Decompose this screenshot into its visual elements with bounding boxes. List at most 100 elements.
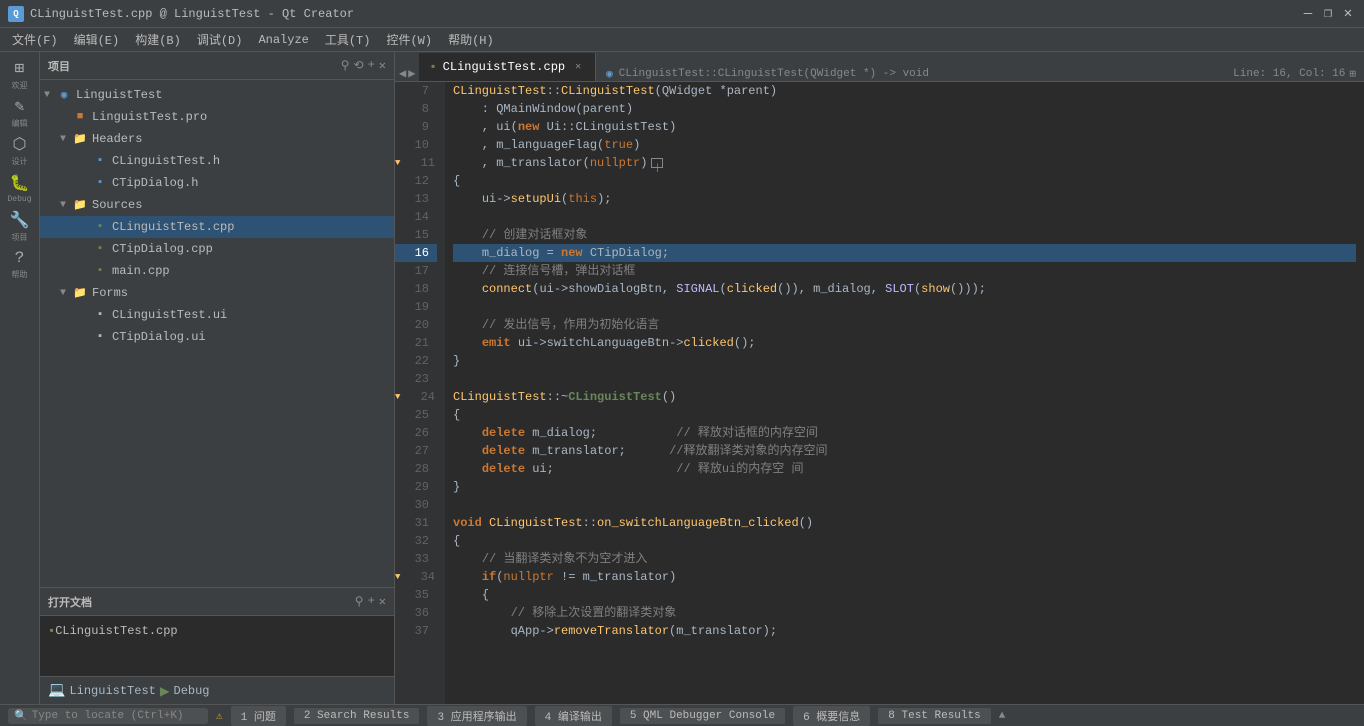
tree-item-ctipdialog-ui[interactable]: ▪ CTipDialog.ui bbox=[40, 326, 394, 348]
expand-button[interactable]: ⊞ bbox=[1349, 67, 1356, 81]
menu-build[interactable]: 构建(B) bbox=[127, 29, 189, 50]
editor-tab-active[interactable]: ▪ CLinguistTest.cpp ✕ bbox=[419, 53, 596, 81]
menu-controls[interactable]: 控件(W) bbox=[378, 29, 440, 50]
tree-item-main-cpp[interactable]: ▪ main.cpp bbox=[40, 260, 394, 282]
fold-arrow-11[interactable]: ▼ bbox=[395, 154, 400, 172]
line-17: 17 bbox=[395, 262, 437, 280]
tree-label-forms: Forms bbox=[92, 286, 128, 300]
menu-tools[interactable]: 工具(T) bbox=[317, 29, 379, 50]
edit-icon: ✎ bbox=[15, 96, 25, 116]
cpp-file-icon2: ▪ bbox=[92, 241, 108, 257]
locate-bar[interactable]: 🔍 Type to locate (Ctrl+K) bbox=[8, 708, 208, 724]
status-tab-search[interactable]: 2 Search Results bbox=[294, 708, 420, 724]
code-line-17: // 连接信号槽，弹出对话框 bbox=[453, 262, 1356, 280]
filter-button[interactable]: ⚲ bbox=[341, 58, 350, 73]
tree-item-clinguist-ui[interactable]: ▪ CLinguistTest.ui bbox=[40, 304, 394, 326]
tree-item-clinguist-cpp[interactable]: ▪ CLinguistTest.cpp bbox=[40, 216, 394, 238]
sidebar-debug[interactable]: 🐛 Debug bbox=[2, 170, 38, 206]
tree-item-pro[interactable]: ■ LinguistTest.pro bbox=[40, 106, 394, 128]
title-bar: Q CLinguistTest.cpp @ LinguistTest - Qt … bbox=[0, 0, 1364, 28]
tree-label-ui2: CTipDialog.ui bbox=[112, 330, 206, 344]
menu-file[interactable]: 文件(F) bbox=[4, 29, 66, 50]
line-14: 14 bbox=[395, 208, 437, 226]
tree-label-h1: CLinguistTest.h bbox=[112, 154, 220, 168]
menu-analyze[interactable]: Analyze bbox=[250, 31, 316, 49]
open-docs-close[interactable]: ✕ bbox=[379, 594, 386, 609]
close-tree-button[interactable]: ✕ bbox=[379, 58, 386, 73]
close-button[interactable]: ✕ bbox=[1340, 6, 1356, 22]
status-tab-qml[interactable]: 5 QML Debugger Console bbox=[620, 708, 785, 724]
sidebar-design[interactable]: ⬡ 设计 bbox=[2, 132, 38, 168]
welcome-icon: ⊞ bbox=[15, 58, 25, 78]
status-tab-appout[interactable]: 3 应用程序输出 bbox=[427, 706, 526, 726]
device-icon: 💻 bbox=[48, 682, 65, 699]
nav-back-button[interactable]: ◀ bbox=[399, 66, 406, 81]
ui-file-icon: ▪ bbox=[92, 307, 108, 323]
sidebar-help[interactable]: ? 帮助 bbox=[2, 246, 38, 282]
run-button[interactable]: ▶ bbox=[160, 681, 170, 701]
sync-button[interactable]: ⟲ bbox=[354, 58, 364, 73]
position-text: Line: 16, Col: 16 bbox=[1233, 68, 1345, 80]
menu-debug[interactable]: 调试(D) bbox=[189, 29, 251, 50]
open-docs-filter[interactable]: ⚲ bbox=[355, 594, 364, 609]
line-9: 9 bbox=[395, 118, 437, 136]
header-file-icon: ▪ bbox=[92, 153, 108, 169]
breadcrumb-text: CLinguistTest::CLinguistTest(QWidget *) … bbox=[619, 68, 929, 80]
project-icon: 🔧 bbox=[10, 210, 30, 230]
code-line-20: // 发出信号，作用为初始化语言 bbox=[453, 316, 1356, 334]
open-docs-controls: ⚲ + ✕ bbox=[355, 594, 386, 609]
menu-edit[interactable]: 编辑(E) bbox=[66, 29, 128, 50]
code-line-9: , ui(new Ui::CLinguistTest) bbox=[453, 118, 1356, 136]
tree-item-forms[interactable]: ▼ 📁 Forms bbox=[40, 282, 394, 304]
open-docs-add[interactable]: + bbox=[368, 594, 375, 609]
search-icon: 🔍 bbox=[14, 709, 28, 723]
file-tree-controls: ⚲ ⟲ + ✕ bbox=[341, 58, 386, 73]
tree-item-ctipdialog-h[interactable]: ▪ CTipDialog.h bbox=[40, 172, 394, 194]
code-line-34: if(nullptr != m_translator) bbox=[453, 568, 1356, 586]
code-line-27: delete m_translator; //释放翻译类对象的内存空间 bbox=[453, 442, 1356, 460]
line-25: 25 bbox=[395, 406, 437, 424]
tree-item-root[interactable]: ▼ ◉ LinguistTest bbox=[40, 84, 394, 106]
maximize-button[interactable]: ❐ bbox=[1320, 6, 1336, 22]
code-line-28: delete ui; // 释放ui的内存空 间 bbox=[453, 460, 1356, 478]
status-expand-icon[interactable]: ▲ bbox=[999, 710, 1006, 722]
line-22: 22 bbox=[395, 352, 437, 370]
folder-icon-forms: 📁 bbox=[72, 285, 88, 301]
code-line-26: delete m_dialog; // 释放对话框的内存空间 bbox=[453, 424, 1356, 442]
left-sidebar: ⊞ 欢迎 ✎ 编辑 ⬡ 设计 🐛 Debug 🔧 项目 ? 帮助 bbox=[0, 52, 40, 704]
open-docs-header: 打开文档 ⚲ + ✕ bbox=[40, 588, 394, 616]
status-tab-compile[interactable]: 4 编译输出 bbox=[535, 706, 612, 726]
fold-arrow-34[interactable]: ▼ bbox=[395, 568, 400, 586]
tree-item-headers[interactable]: ▼ 📁 Headers bbox=[40, 128, 394, 150]
tree-item-ctipdialog-cpp[interactable]: ▪ CTipDialog.cpp bbox=[40, 238, 394, 260]
code-line-18: connect(ui->showDialogBtn, SIGNAL(clicke… bbox=[453, 280, 1356, 298]
code-content[interactable]: CLinguistTest::CLinguistTest(QWidget *pa… bbox=[445, 82, 1364, 704]
status-tab-problems[interactable]: 1 问题 bbox=[231, 706, 286, 726]
device-label: Debug bbox=[174, 684, 210, 698]
ui-file-icon2: ▪ bbox=[92, 329, 108, 345]
line-21: 21 bbox=[395, 334, 437, 352]
fold-arrow-24[interactable]: ▼ bbox=[395, 388, 400, 406]
menu-help[interactable]: 帮助(H) bbox=[440, 29, 502, 50]
locate-placeholder: Type to locate (Ctrl+K) bbox=[32, 710, 184, 722]
tree-item-clinguist-h[interactable]: ▪ CLinguistTest.h bbox=[40, 150, 394, 172]
sidebar-edit[interactable]: ✎ 编辑 bbox=[2, 94, 38, 130]
line-24: ▼ 24 bbox=[395, 388, 437, 406]
sidebar-welcome[interactable]: ⊞ 欢迎 bbox=[2, 56, 38, 92]
add-button[interactable]: + bbox=[368, 58, 375, 73]
minimize-button[interactable]: — bbox=[1300, 6, 1316, 22]
code-line-25: { bbox=[453, 406, 1356, 424]
nav-forward-button[interactable]: ▶ bbox=[408, 66, 415, 81]
folder-icon-sources: 📁 bbox=[72, 197, 88, 213]
status-tab-test[interactable]: 8 Test Results bbox=[878, 708, 990, 724]
tab-close-button[interactable]: ✕ bbox=[571, 60, 585, 74]
app-icon: Q bbox=[8, 6, 24, 22]
line-18: 18 bbox=[395, 280, 437, 298]
open-docs-list: ▪ CLinguistTest.cpp bbox=[40, 616, 394, 676]
sidebar-project[interactable]: 🔧 项目 bbox=[2, 208, 38, 244]
line-7: 7 bbox=[395, 82, 437, 100]
open-doc-item[interactable]: ▪ CLinguistTest.cpp bbox=[40, 620, 394, 642]
status-tab-overview[interactable]: 6 概要信息 bbox=[793, 706, 870, 726]
tree-item-sources[interactable]: ▼ 📁 Sources bbox=[40, 194, 394, 216]
code-line-10: , m_languageFlag(true) bbox=[453, 136, 1356, 154]
